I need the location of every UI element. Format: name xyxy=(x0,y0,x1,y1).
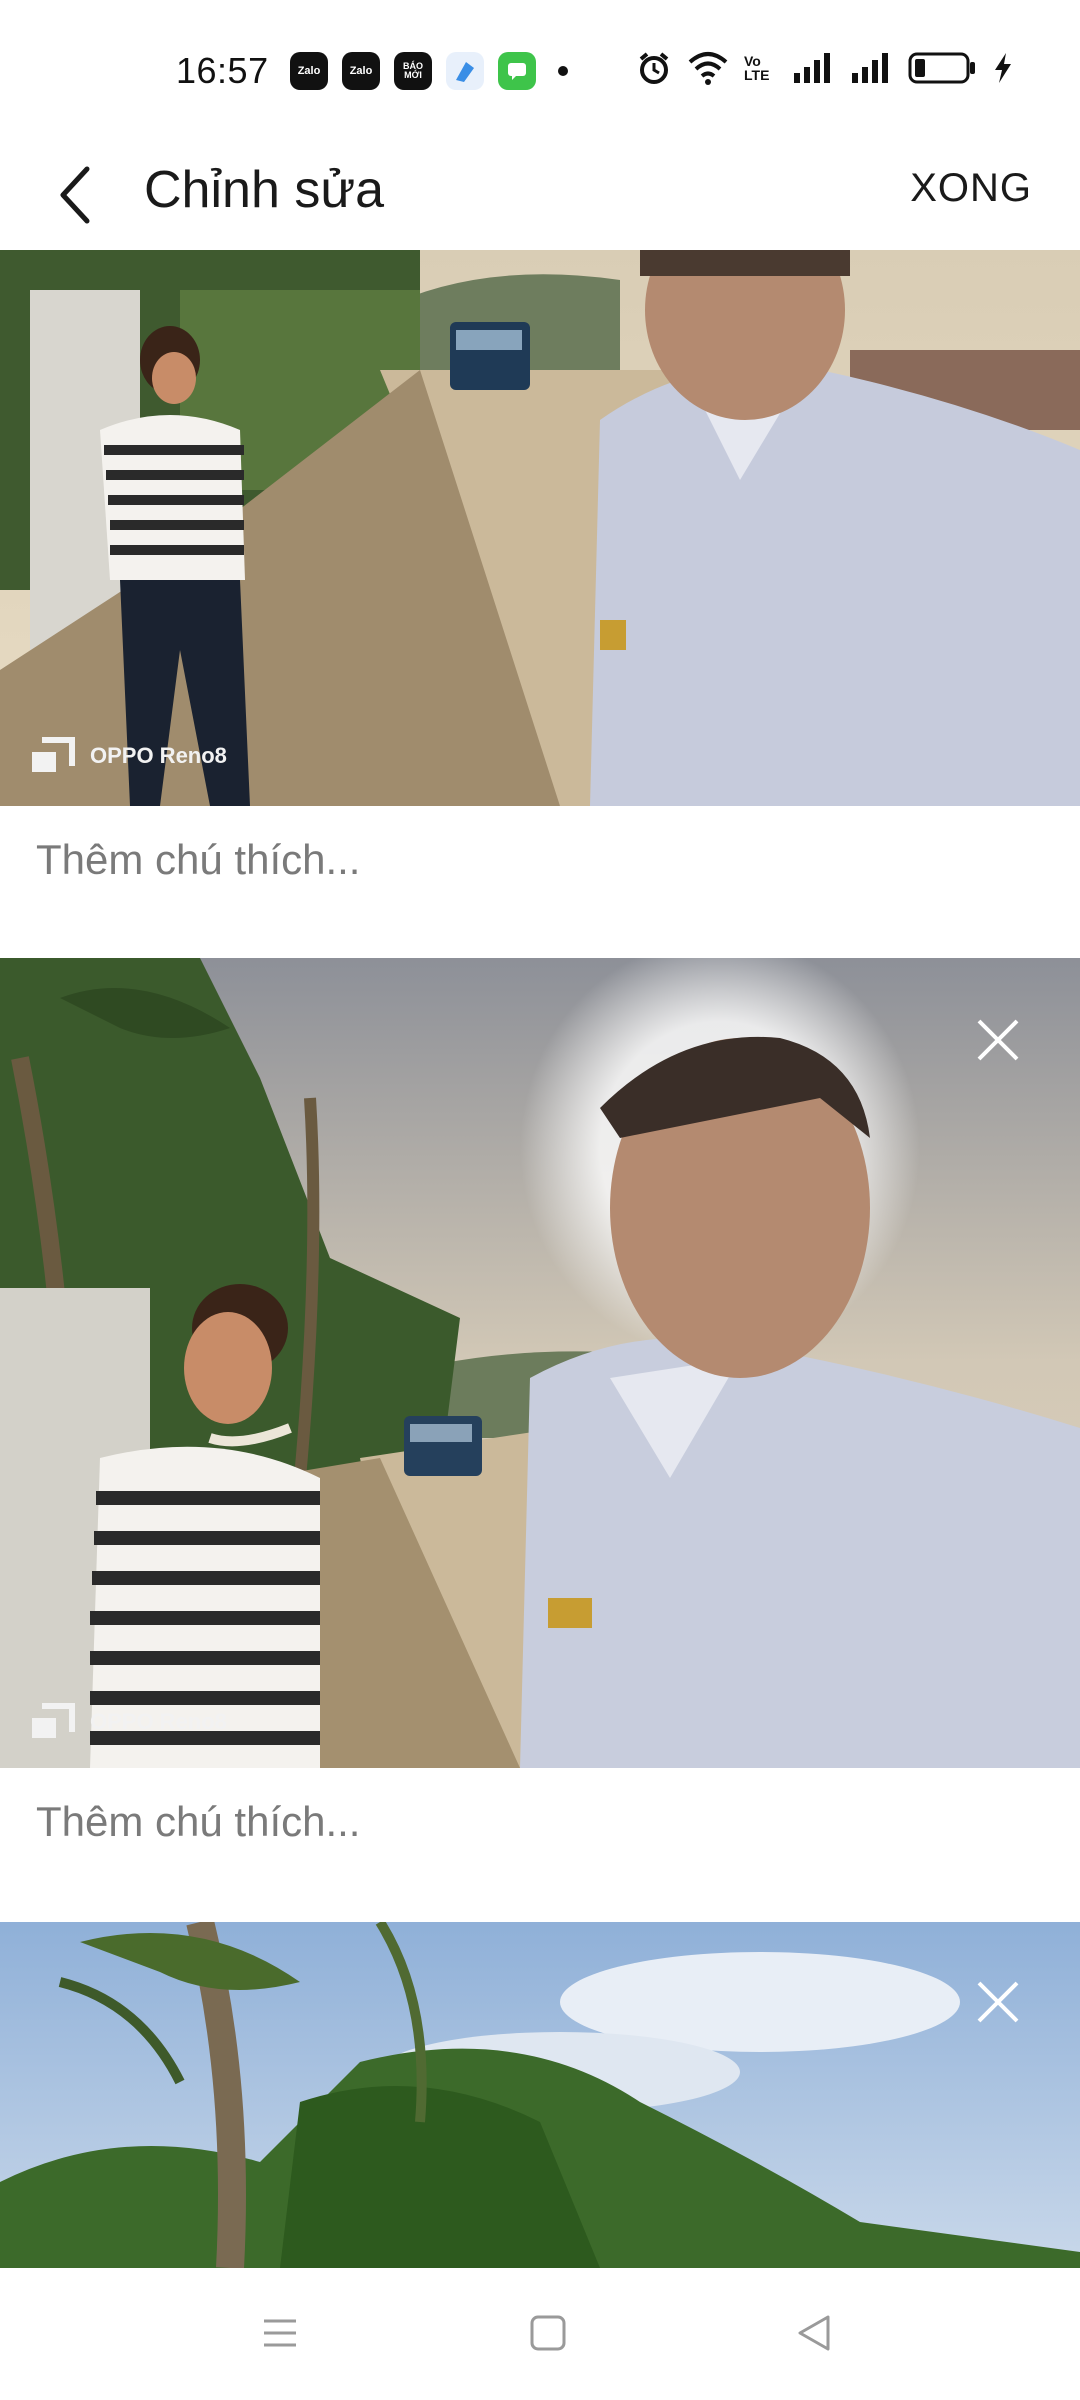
photo-2[interactable]: OPPO Reno8 xyxy=(0,958,1080,1768)
volte-icon: Vo LTE xyxy=(744,53,770,83)
system-navigation-bar xyxy=(0,2268,1080,2400)
zalo-icon: Zalo xyxy=(342,52,380,90)
chevron-left-icon xyxy=(60,166,90,224)
remove-photo-2-button[interactable] xyxy=(968,1010,1028,1070)
photo-1[interactable]: OPPO Reno8 xyxy=(0,250,1080,806)
back-nav-button[interactable] xyxy=(774,2298,854,2368)
photo-2-image xyxy=(0,958,1080,1768)
wifi-icon xyxy=(688,52,728,85)
page-title: Chỉnh sửa xyxy=(144,161,385,219)
battery-icon xyxy=(908,52,975,84)
square-icon xyxy=(530,2315,566,2351)
status-bar: 16:57 Zalo Zalo BÁO MỚI Vo LTE xyxy=(0,0,1080,140)
signal-icon xyxy=(794,53,830,83)
caption-input[interactable]: Thêm chú thích... xyxy=(36,1798,360,1846)
photo-3-image xyxy=(0,1922,1080,2268)
zalo-icon: Zalo xyxy=(290,52,328,90)
triangle-back-icon xyxy=(798,2315,830,2351)
baomoi-icon: BÁO MỚI xyxy=(394,52,432,90)
close-icon xyxy=(977,1019,1019,1061)
done-button[interactable]: XONG xyxy=(910,166,1032,211)
recent-apps-button[interactable] xyxy=(240,2298,320,2368)
watermark-text: OPPO Reno8 xyxy=(90,743,227,768)
system-status-icons: Vo LTE xyxy=(636,50,1014,86)
menu-icon xyxy=(264,2319,296,2347)
charging-icon xyxy=(995,53,1011,83)
back-button[interactable] xyxy=(40,158,110,232)
caption-input[interactable]: Thêm chú thích... xyxy=(36,836,360,884)
clock: 16:57 xyxy=(176,50,269,91)
close-icon xyxy=(977,1981,1019,2023)
camera-watermark: OPPO Reno8 xyxy=(30,1702,227,1742)
messages-icon xyxy=(498,52,536,90)
alarm-icon xyxy=(639,52,669,84)
camera-watermark: OPPO Reno8 xyxy=(30,736,227,776)
blue-app-icon xyxy=(446,52,484,90)
watermark-text: OPPO Reno8 xyxy=(90,1709,227,1734)
photo-1-image xyxy=(0,250,1080,806)
photo-3[interactable] xyxy=(0,1922,1080,2268)
signal-icon xyxy=(852,53,888,83)
notification-icons: Zalo Zalo BÁO MỚI xyxy=(290,52,568,90)
oppo-camera-icon xyxy=(30,1702,76,1742)
home-button[interactable] xyxy=(508,2298,588,2368)
top-app-bar: Chỉnh sửa XONG xyxy=(0,140,1080,250)
remove-photo-3-button[interactable] xyxy=(968,1972,1028,2032)
oppo-camera-icon xyxy=(30,736,76,776)
more-notifications-dot xyxy=(558,66,568,76)
